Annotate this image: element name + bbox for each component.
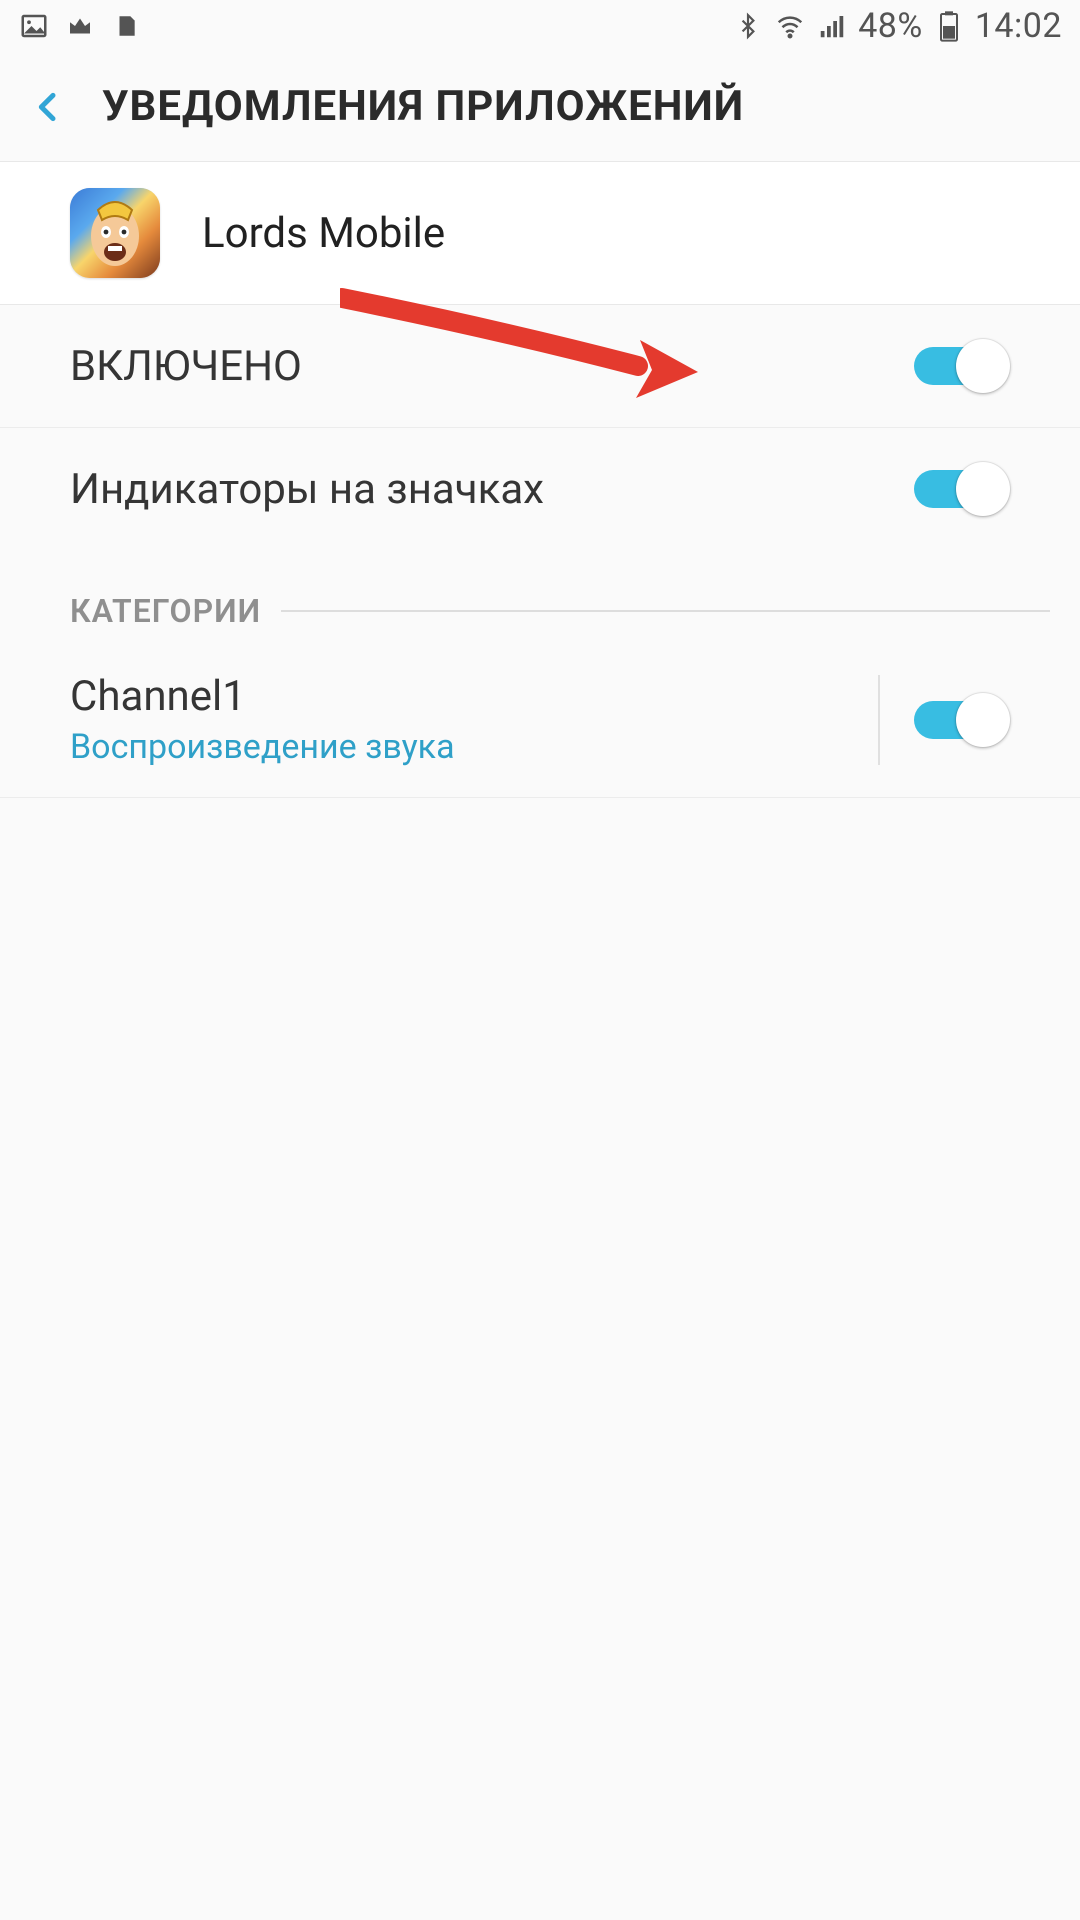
clock-text: 14:02 [975, 6, 1062, 46]
toggle-thumb [956, 693, 1010, 747]
page-title: УВЕДОМЛЕНИЯ ПРИЛОЖЕНИЙ [102, 82, 744, 131]
app-info-row: Lords Mobile [0, 162, 1080, 305]
icon-badges-row[interactable]: Индикаторы на значках [0, 428, 1080, 550]
status-left-icons [18, 10, 142, 42]
icon-badges-label: Индикаторы на значках [70, 465, 544, 514]
battery-percent: 48% [858, 6, 923, 46]
channel-subtitle: Воспроизведение звука [70, 727, 858, 767]
vertical-divider [878, 675, 880, 765]
bluetooth-icon [732, 10, 764, 42]
app-name-label: Lords Mobile [202, 209, 445, 258]
back-button[interactable] [18, 77, 78, 137]
status-bar: 48% 14:02 [0, 0, 1080, 52]
signal-icon [816, 10, 848, 42]
enabled-row[interactable]: ВКЛЮЧЕНО [0, 305, 1080, 428]
battery-icon [933, 10, 965, 42]
wifi-icon [774, 10, 806, 42]
section-divider [281, 610, 1050, 612]
chevron-left-icon [28, 87, 68, 127]
status-right-icons: 48% 14:02 [732, 6, 1062, 46]
sd-card-icon [110, 10, 142, 42]
channel-text-block: Channel1 Воспроизведение звука [70, 672, 858, 767]
badges-toggle[interactable] [914, 462, 1010, 516]
channel-toggle[interactable] [914, 693, 1010, 747]
channel-name: Channel1 [70, 672, 858, 721]
app-icon [70, 188, 160, 278]
categories-section-header: КАТЕГОРИИ [0, 550, 1080, 642]
enabled-label: ВКЛЮЧЕНО [70, 342, 302, 391]
enabled-toggle[interactable] [914, 339, 1010, 393]
channel-row[interactable]: Channel1 Воспроизведение звука [0, 642, 1080, 798]
picture-icon [18, 10, 50, 42]
toggle-thumb [956, 462, 1010, 516]
categories-title: КАТЕГОРИИ [70, 592, 261, 630]
crown-icon [64, 10, 96, 42]
app-header: УВЕДОМЛЕНИЯ ПРИЛОЖЕНИЙ [0, 52, 1080, 162]
toggle-thumb [956, 339, 1010, 393]
